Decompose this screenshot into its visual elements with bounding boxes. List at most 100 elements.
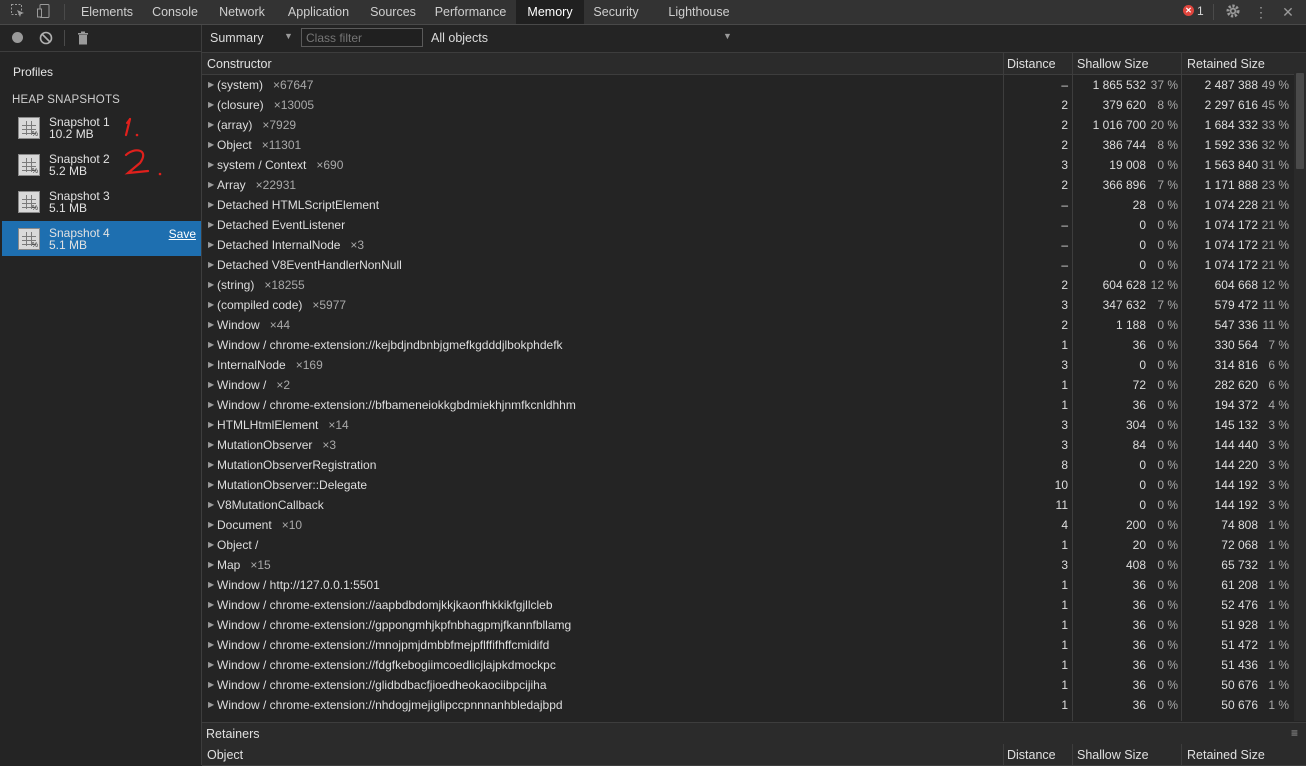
column-object[interactable]: Object bbox=[207, 748, 243, 762]
table-row[interactable]: ▶ InternalNode ×169 3 0 0 % 314 816 6 % bbox=[202, 355, 1306, 375]
snapshot-item-3[interactable]: Snapshot 3 5.1 MB bbox=[2, 184, 201, 219]
table-row[interactable]: ▶ Object / 1 20 0 % 72 068 1 % bbox=[202, 535, 1306, 555]
table-row[interactable]: ▶ Window ×44 2 1 188 0 % 547 336 11 % bbox=[202, 315, 1306, 335]
table-row[interactable]: ▶ (array) ×7929 2 1 016 700 20 % 1 684 332 33 % bbox=[202, 115, 1306, 135]
table-row[interactable]: ▶ Detached InternalNode ×3 – 0 0 % 1 074 172 21… bbox=[202, 235, 1306, 255]
table-row[interactable]: ▶ Detached HTMLScriptElement – 28 0 % 1 074 2… bbox=[202, 195, 1306, 215]
table-row[interactable]: ▶ Window / chrome-extension://kejbdjndbnb… bbox=[202, 335, 1306, 355]
table-row[interactable]: ▶ (system) ×67647 – 1 865 532 37 % 2 487 388 49… bbox=[202, 75, 1306, 95]
expand-triangle-icon[interactable]: ▶ bbox=[208, 400, 214, 409]
column-retained-size[interactable]: Retained Size bbox=[1187, 748, 1265, 762]
expand-triangle-icon[interactable]: ▶ bbox=[208, 100, 214, 109]
class-filter-input[interactable] bbox=[301, 28, 423, 47]
view-mode-select[interactable]: Summary bbox=[210, 31, 263, 45]
tab-security[interactable]: Security bbox=[584, 0, 648, 24]
settings-gear-icon[interactable] bbox=[1224, 3, 1242, 21]
expand-triangle-icon[interactable]: ▶ bbox=[208, 480, 214, 489]
table-row[interactable]: ▶ (string) ×18255 2 604 628 12 % 604 668 12 % bbox=[202, 275, 1306, 295]
expand-triangle-icon[interactable]: ▶ bbox=[208, 280, 214, 289]
table-row[interactable]: ▶ Window / http://127.0.0.1:5501 1 36 0 % 61 … bbox=[202, 575, 1306, 595]
expand-triangle-icon[interactable]: ▶ bbox=[208, 440, 214, 449]
table-row[interactable]: ▶ Window / chrome-extension://bfbameneiok… bbox=[202, 395, 1306, 415]
table-row[interactable]: ▶ Window / chrome-extension://glidbdbacfj… bbox=[202, 675, 1306, 695]
expand-triangle-icon[interactable]: ▶ bbox=[208, 380, 214, 389]
close-icon[interactable]: ✕ bbox=[1279, 3, 1297, 21]
column-retained-size[interactable]: Retained Size bbox=[1187, 57, 1265, 71]
tab-console[interactable]: Console bbox=[142, 0, 208, 24]
table-row[interactable]: ▶ (compiled code) ×5977 3 347 632 7 % 579 472 1… bbox=[202, 295, 1306, 315]
expand-triangle-icon[interactable]: ▶ bbox=[208, 620, 214, 629]
expand-triangle-icon[interactable]: ▶ bbox=[208, 700, 214, 709]
expand-triangle-icon[interactable]: ▶ bbox=[208, 320, 214, 329]
expand-triangle-icon[interactable]: ▶ bbox=[208, 660, 214, 669]
resize-handle-icon[interactable]: ≡ bbox=[1291, 726, 1298, 740]
table-row[interactable]: ▶ Detached V8EventHandlerNonNull – 0 0 % 1 07… bbox=[202, 255, 1306, 275]
expand-triangle-icon[interactable]: ▶ bbox=[208, 460, 214, 469]
expand-triangle-icon[interactable]: ▶ bbox=[208, 260, 214, 269]
table-row[interactable]: ▶ (closure) ×13005 2 379 620 8 % 2 297 616 45 % bbox=[202, 95, 1306, 115]
table-row[interactable]: ▶ Window / chrome-extension://gppongmhjkp… bbox=[202, 615, 1306, 635]
more-options-icon[interactable]: ⋮ bbox=[1252, 3, 1270, 21]
table-row[interactable]: ▶ Array ×22931 2 366 896 7 % 1 171 888 23 % bbox=[202, 175, 1306, 195]
table-row[interactable]: ▶ HTMLHtmlElement ×14 3 304 0 % 145 132 3 % bbox=[202, 415, 1306, 435]
expand-triangle-icon[interactable]: ▶ bbox=[208, 680, 214, 689]
column-shallow-size[interactable]: Shallow Size bbox=[1077, 57, 1149, 71]
expand-triangle-icon[interactable]: ▶ bbox=[208, 640, 214, 649]
tab-sources[interactable]: Sources bbox=[361, 0, 425, 24]
table-row[interactable]: ▶ Map ×15 3 408 0 % 65 732 1 % bbox=[202, 555, 1306, 575]
tab-memory[interactable]: Memory bbox=[516, 0, 584, 24]
expand-triangle-icon[interactable]: ▶ bbox=[208, 300, 214, 309]
expand-triangle-icon[interactable]: ▶ bbox=[208, 600, 214, 609]
column-constructor[interactable]: Constructor bbox=[207, 57, 272, 71]
table-row[interactable]: ▶ Window / chrome-extension://mnojpmjdmbb… bbox=[202, 635, 1306, 655]
scrollbar-thumb[interactable] bbox=[1296, 73, 1304, 169]
expand-triangle-icon[interactable]: ▶ bbox=[208, 160, 214, 169]
table-row[interactable]: ▶ MutationObserver::Delegate 10 0 0 % 144 192… bbox=[202, 475, 1306, 495]
table-row[interactable]: ▶ V8MutationCallback 11 0 0 % 144 192 3 % bbox=[202, 495, 1306, 515]
expand-triangle-icon[interactable]: ▶ bbox=[208, 520, 214, 529]
error-count[interactable]: 1 bbox=[1197, 4, 1204, 18]
table-row[interactable]: ▶ Window / ×2 1 72 0 % 282 620 6 % bbox=[202, 375, 1306, 395]
table-row[interactable]: ▶ Detached EventListener – 0 0 % 1 074 172 21 … bbox=[202, 215, 1306, 235]
record-icon[interactable] bbox=[12, 32, 23, 43]
dropdown-arrow-icon[interactable]: ▼ bbox=[284, 31, 293, 41]
table-scrollbar[interactable] bbox=[1294, 71, 1306, 721]
error-icon[interactable]: ✕ bbox=[1183, 5, 1194, 16]
clear-all-icon[interactable] bbox=[39, 31, 53, 48]
expand-triangle-icon[interactable]: ▶ bbox=[208, 340, 214, 349]
retainers-section-header[interactable]: Retainers ≡ bbox=[202, 722, 1306, 745]
objects-filter-select[interactable]: All objects bbox=[431, 31, 488, 45]
inspect-element-icon[interactable] bbox=[9, 3, 27, 21]
snapshot-item-4[interactable]: Snapshot 4 5.1 MB Save bbox=[2, 221, 201, 256]
expand-triangle-icon[interactable]: ▶ bbox=[208, 120, 214, 129]
trash-icon[interactable] bbox=[77, 31, 89, 48]
save-snapshot-link[interactable]: Save bbox=[169, 227, 196, 241]
column-distance[interactable]: Distance bbox=[1007, 748, 1056, 762]
table-row[interactable]: ▶ MutationObserver ×3 3 84 0 % 144 440 3 % bbox=[202, 435, 1306, 455]
expand-triangle-icon[interactable]: ▶ bbox=[208, 220, 214, 229]
table-row[interactable]: ▶ system / Context ×690 3 19 008 0 % 1 563 840… bbox=[202, 155, 1306, 175]
table-row[interactable]: ▶ Window / chrome-extension://aapbdbdomjk… bbox=[202, 595, 1306, 615]
tab-application[interactable]: Application bbox=[276, 0, 361, 24]
tab-elements[interactable]: Elements bbox=[72, 0, 142, 24]
table-row[interactable]: ▶ Object ×11301 2 386 744 8 % 1 592 336 32 % bbox=[202, 135, 1306, 155]
expand-triangle-icon[interactable]: ▶ bbox=[208, 80, 214, 89]
column-distance[interactable]: Distance bbox=[1007, 57, 1056, 71]
expand-triangle-icon[interactable]: ▶ bbox=[208, 140, 214, 149]
tab-performance[interactable]: Performance bbox=[425, 0, 516, 24]
expand-triangle-icon[interactable]: ▶ bbox=[208, 420, 214, 429]
expand-triangle-icon[interactable]: ▶ bbox=[208, 360, 214, 369]
expand-triangle-icon[interactable]: ▶ bbox=[208, 180, 214, 189]
dropdown-arrow-icon[interactable]: ▼ bbox=[723, 31, 732, 41]
table-row[interactable]: ▶ Window / chrome-extension://fdgfkebogii… bbox=[202, 655, 1306, 675]
expand-triangle-icon[interactable]: ▶ bbox=[208, 240, 214, 249]
expand-triangle-icon[interactable]: ▶ bbox=[208, 540, 214, 549]
tab-network[interactable]: Network bbox=[208, 0, 276, 24]
table-row[interactable]: ▶ Document ×10 4 200 0 % 74 808 1 % bbox=[202, 515, 1306, 535]
expand-triangle-icon[interactable]: ▶ bbox=[208, 560, 214, 569]
table-row[interactable]: ▶ Window / chrome-extension://nhdogjmejig… bbox=[202, 695, 1306, 715]
expand-triangle-icon[interactable]: ▶ bbox=[208, 580, 214, 589]
tab-lighthouse[interactable]: Lighthouse bbox=[658, 0, 740, 24]
table-row[interactable]: ▶ MutationObserverRegistration 8 0 0 % 144 22… bbox=[202, 455, 1306, 475]
device-toolbar-icon[interactable] bbox=[35, 3, 53, 21]
